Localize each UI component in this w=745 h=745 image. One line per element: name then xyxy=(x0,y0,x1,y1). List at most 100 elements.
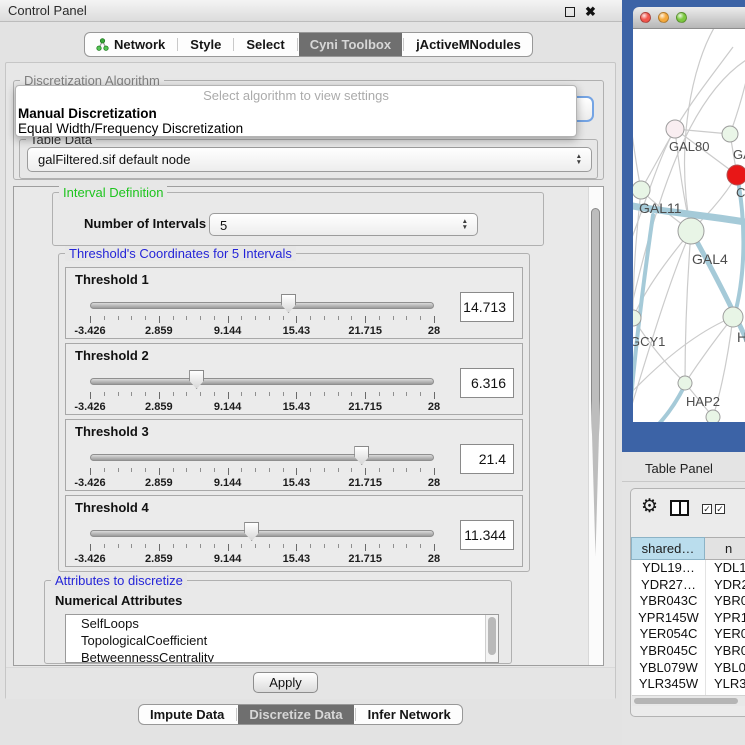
mac-minimize-button[interactable] xyxy=(658,12,669,23)
slider-thumb[interactable] xyxy=(244,522,259,541)
threshold-value-field[interactable]: 21.4 xyxy=(460,444,514,474)
network-edge[interactable] xyxy=(685,317,733,383)
attributes-scrollbar[interactable] xyxy=(485,615,498,662)
attributes-scrollbar-thumb[interactable] xyxy=(488,617,496,655)
numerical-attributes-list[interactable]: SelfLoopsTopologicalCoefficientBetweenne… xyxy=(65,614,499,663)
table-cell-shared-name[interactable]: YBR045C xyxy=(632,643,706,660)
attribute-list-item[interactable]: BetweennessCentrality xyxy=(66,649,498,663)
apply-button[interactable]: Apply xyxy=(253,672,318,693)
table-row[interactable]: YPR145WYPR145W xyxy=(632,610,745,627)
horizontal-scrollbar[interactable] xyxy=(632,695,745,706)
slider-track[interactable] xyxy=(90,378,434,385)
attribute-list-item[interactable]: TopologicalCoefficient xyxy=(66,632,498,649)
threshold-value-field[interactable]: 6.316 xyxy=(460,368,514,398)
slider-track[interactable] xyxy=(90,302,434,309)
minor-tick xyxy=(214,392,215,396)
network-node[interactable] xyxy=(727,165,745,185)
vertical-scrollbar-thumb[interactable] xyxy=(591,208,600,556)
gear-icon[interactable]: ⚙ xyxy=(641,496,658,518)
slider-thumb[interactable] xyxy=(354,446,369,465)
table-cell-name[interactable]: YDL19… xyxy=(706,560,745,577)
network-node[interactable] xyxy=(706,410,720,422)
network-node[interactable] xyxy=(678,218,704,244)
tab-impute-data[interactable]: Impute Data xyxy=(139,705,235,724)
vertical-scrollbar[interactable] xyxy=(588,187,603,665)
table-cell-name[interactable]: YBR043C xyxy=(706,593,745,610)
major-tick xyxy=(296,316,297,323)
close-icon[interactable]: ✖ xyxy=(585,2,596,21)
table-cell-shared-name[interactable]: YLR345W xyxy=(632,676,706,693)
table-cell-name[interactable]: YBL079W xyxy=(706,660,745,677)
minor-tick xyxy=(145,468,146,472)
minor-tick xyxy=(104,468,105,472)
network-node[interactable] xyxy=(666,120,684,138)
float-window-icon[interactable] xyxy=(565,7,575,17)
horizontal-scrollbar-thumb[interactable] xyxy=(634,698,738,705)
network-edge[interactable] xyxy=(685,231,691,383)
dropdown-option[interactable]: Equal Width/Frequency Discretization xyxy=(16,121,576,136)
table-row[interactable]: YDR27…YDR27… xyxy=(632,577,745,594)
column-header-shared-name[interactable]: shared… xyxy=(631,537,705,560)
table-row[interactable]: YLR345WYLR345W xyxy=(632,676,745,693)
network-node-label: GAL11 xyxy=(639,200,682,216)
table-cell-shared-name[interactable]: YBL079W xyxy=(632,660,706,677)
network-edge-thick[interactable] xyxy=(633,385,685,422)
table-cell-shared-name[interactable]: YBR043C xyxy=(632,593,706,610)
table-row[interactable]: YBR043CYBR043C xyxy=(632,593,745,610)
number-of-intervals-select[interactable]: 5 ▲▼ xyxy=(209,213,478,236)
tab-select[interactable]: Select xyxy=(235,33,295,56)
network-edge[interactable] xyxy=(675,47,733,129)
network-node[interactable] xyxy=(678,376,692,390)
table-row[interactable]: YBL079WYBL079W xyxy=(632,660,745,677)
network-node[interactable] xyxy=(722,126,738,142)
table-row[interactable]: YDL19…YDL19… xyxy=(632,560,745,577)
table-cell-name[interactable]: YPR145W xyxy=(706,610,745,627)
checkbox-icon[interactable]: ✓ xyxy=(715,504,725,514)
slider-track[interactable] xyxy=(90,530,434,537)
minor-tick xyxy=(393,468,394,472)
attribute-list-item[interactable]: SelfLoops xyxy=(66,615,498,632)
table-cell-shared-name[interactable]: YPR145W xyxy=(632,610,706,627)
table-cell-name[interactable]: YER054C xyxy=(706,626,745,643)
network-node[interactable] xyxy=(633,181,650,199)
tick-label: -3.426 xyxy=(68,401,112,413)
algorithm-placeholder-option[interactable]: Select algorithm to view settings xyxy=(16,86,576,106)
table-row[interactable]: YER054CYER054C xyxy=(632,626,745,643)
table-cell-name[interactable]: YDR27… xyxy=(706,577,745,594)
tab-cyni-toolbox[interactable]: Cyni Toolbox xyxy=(299,33,402,56)
threshold-slider[interactable]: -3.4262.8599.14415.4321.71528 xyxy=(90,370,434,414)
table-cell-name[interactable]: YLR345W xyxy=(706,676,745,693)
network-canvas[interactable]: GAL80GACGAL11GAL4GCY1HHAP2 xyxy=(633,29,745,422)
threshold-value-field[interactable]: 14.713 xyxy=(460,292,514,322)
table-cell-shared-name[interactable]: YER054C xyxy=(632,626,706,643)
tab-discretize-data[interactable]: Discretize Data xyxy=(238,705,353,724)
threshold-slider[interactable]: -3.4262.8599.14415.4321.71528 xyxy=(90,522,434,566)
table-data-select[interactable]: galFiltered.sif default node ▲▼ xyxy=(27,147,592,172)
split-columns-icon[interactable] xyxy=(670,500,689,516)
table-cell-shared-name[interactable]: YDR27… xyxy=(632,577,706,594)
tab-style[interactable]: Style xyxy=(179,33,232,56)
checkbox-icon[interactable]: ✓ xyxy=(702,504,712,514)
threshold-value-field[interactable]: 11.344 xyxy=(460,520,514,550)
slider-track[interactable] xyxy=(90,454,434,461)
network-node[interactable] xyxy=(723,307,743,327)
mac-close-button[interactable] xyxy=(640,12,651,23)
network-window-titlebar[interactable] xyxy=(633,7,745,29)
table-row[interactable]: YBR045CYBR045C xyxy=(632,643,745,660)
tab-network[interactable]: Network xyxy=(85,33,176,56)
mac-zoom-button[interactable] xyxy=(676,12,687,23)
slider-thumb[interactable] xyxy=(281,294,296,313)
column-header-name[interactable]: n xyxy=(705,537,745,560)
network-edge[interactable] xyxy=(633,113,641,190)
table-cell-name[interactable]: YBR045C xyxy=(706,643,745,660)
tab-jactivemnodules[interactable]: jActiveMNodules xyxy=(405,33,532,56)
minor-tick xyxy=(104,316,105,320)
dropdown-option[interactable]: Manual Discretization xyxy=(16,106,576,121)
table-cell-shared-name[interactable]: YDL19… xyxy=(632,560,706,577)
tab-infer-network[interactable]: Infer Network xyxy=(357,705,462,724)
slider-thumb[interactable] xyxy=(189,370,204,389)
threshold-slider[interactable]: -3.4262.8599.14415.4321.71528 xyxy=(90,446,434,490)
threshold-slider[interactable]: -3.4262.8599.14415.4321.71528 xyxy=(90,294,434,338)
table-data-selected-value: galFiltered.sif default node xyxy=(28,148,591,171)
minor-tick xyxy=(420,468,421,472)
